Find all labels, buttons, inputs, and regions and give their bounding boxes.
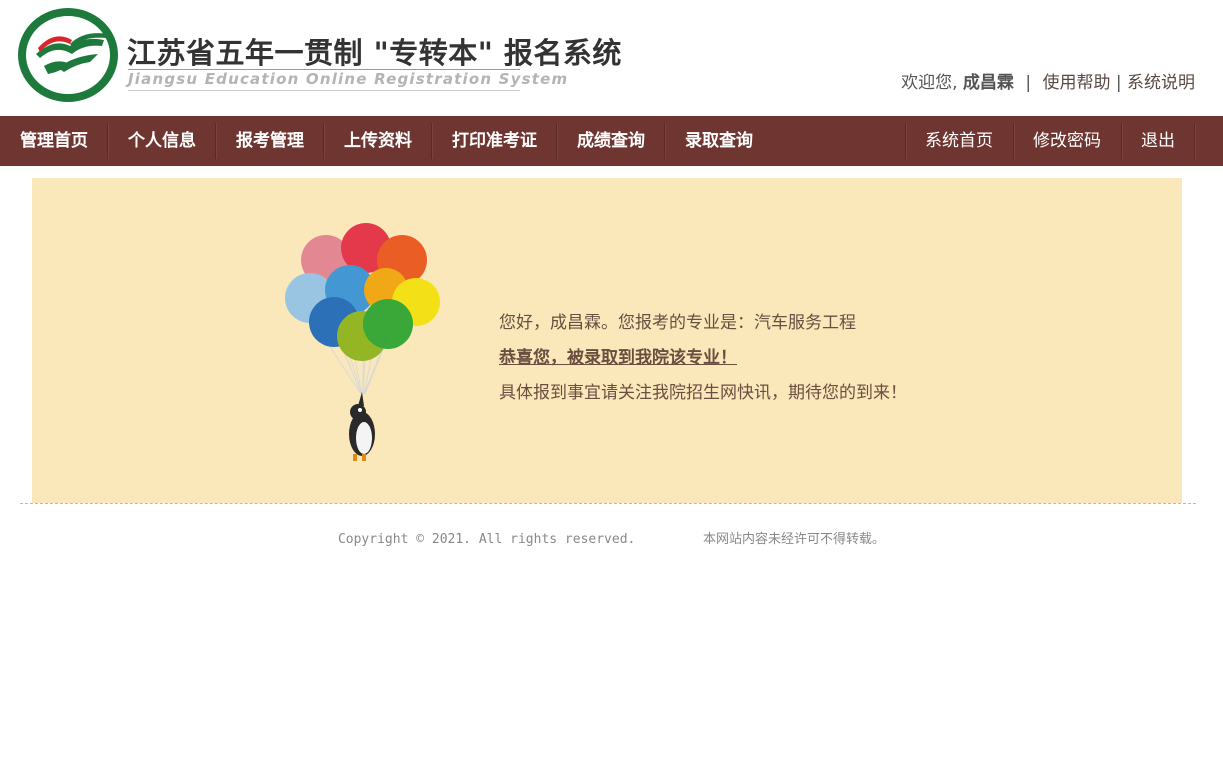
main-nav: 管理首页 个人信息 报考管理 上传资料 打印准考证 成绩查询 录取查询 系统首页… (0, 116, 1223, 166)
footer-divider (20, 503, 1196, 504)
separator: | (1025, 73, 1032, 93)
title-underline (128, 90, 520, 91)
about-link[interactable]: 系统说明 (1127, 73, 1195, 93)
welcome-text: 欢迎您, (901, 73, 958, 93)
nav-item-registration[interactable]: 报考管理 (216, 116, 324, 166)
nav-item-personal-info[interactable]: 个人信息 (108, 116, 216, 166)
nav-item-upload[interactable]: 上传资料 (324, 116, 432, 166)
admission-congrats-link[interactable]: 恭喜您，被录取到我院该专业！ (499, 341, 737, 376)
notice-line-major: 您好，成昌霖。您报考的专业是：汽车服务工程 (499, 313, 856, 333)
nav-item-home[interactable]: 管理首页 (0, 116, 108, 166)
help-link[interactable]: 使用帮助 (1042, 73, 1110, 93)
separator: | (1115, 73, 1122, 93)
copyright-text: Copyright © 2021. All rights reserved. (337, 532, 636, 547)
nav-right-group: 系统首页 修改密码 退出 (905, 116, 1195, 166)
nav-left-group: 管理首页 个人信息 报考管理 上传资料 打印准考证 成绩查询 录取查询 (0, 116, 773, 166)
nav-item-print-ticket[interactable]: 打印准考证 (432, 116, 557, 166)
penguin-balloons-icon (285, 223, 440, 461)
nav-item-change-password[interactable]: 修改密码 (1013, 116, 1121, 166)
logo-icon (18, 8, 118, 102)
site-title: 江苏省五年一贯制 "专转本" 报名系统 (127, 36, 622, 70)
site-header: 江苏省五年一贯制 "专转本" 报名系统 Jiangsu Education On… (0, 0, 1223, 116)
nav-item-system-home[interactable]: 系统首页 (905, 116, 1013, 166)
notice-line-instructions: 具体报到事宜请关注我院招生网快讯，期待您的到来！ (499, 383, 907, 403)
nav-item-logout[interactable]: 退出 (1121, 116, 1195, 166)
site-subtitle: Jiangsu Education Online Registration Sy… (128, 70, 569, 88)
nav-item-scores[interactable]: 成绩查询 (557, 116, 665, 166)
nav-item-admission[interactable]: 录取查询 (665, 116, 773, 166)
user-name: 成昌霖 (962, 73, 1014, 93)
admission-message: 您好，成昌霖。您报考的专业是：汽车服务工程 恭喜您，被录取到我院该专业！ 具体报… (499, 306, 907, 411)
reprint-notice: 本网站内容未经许可不得转载。 (703, 532, 886, 547)
user-welcome: 欢迎您, 成昌霖 | 使用帮助 | 系统说明 (901, 68, 1195, 93)
admission-notice-panel: 您好，成昌霖。您报考的专业是：汽车服务工程 恭喜您，被录取到我院该专业！ 具体报… (32, 178, 1182, 503)
page-footer: Copyright © 2021. All rights reserved. 本… (0, 528, 1223, 547)
